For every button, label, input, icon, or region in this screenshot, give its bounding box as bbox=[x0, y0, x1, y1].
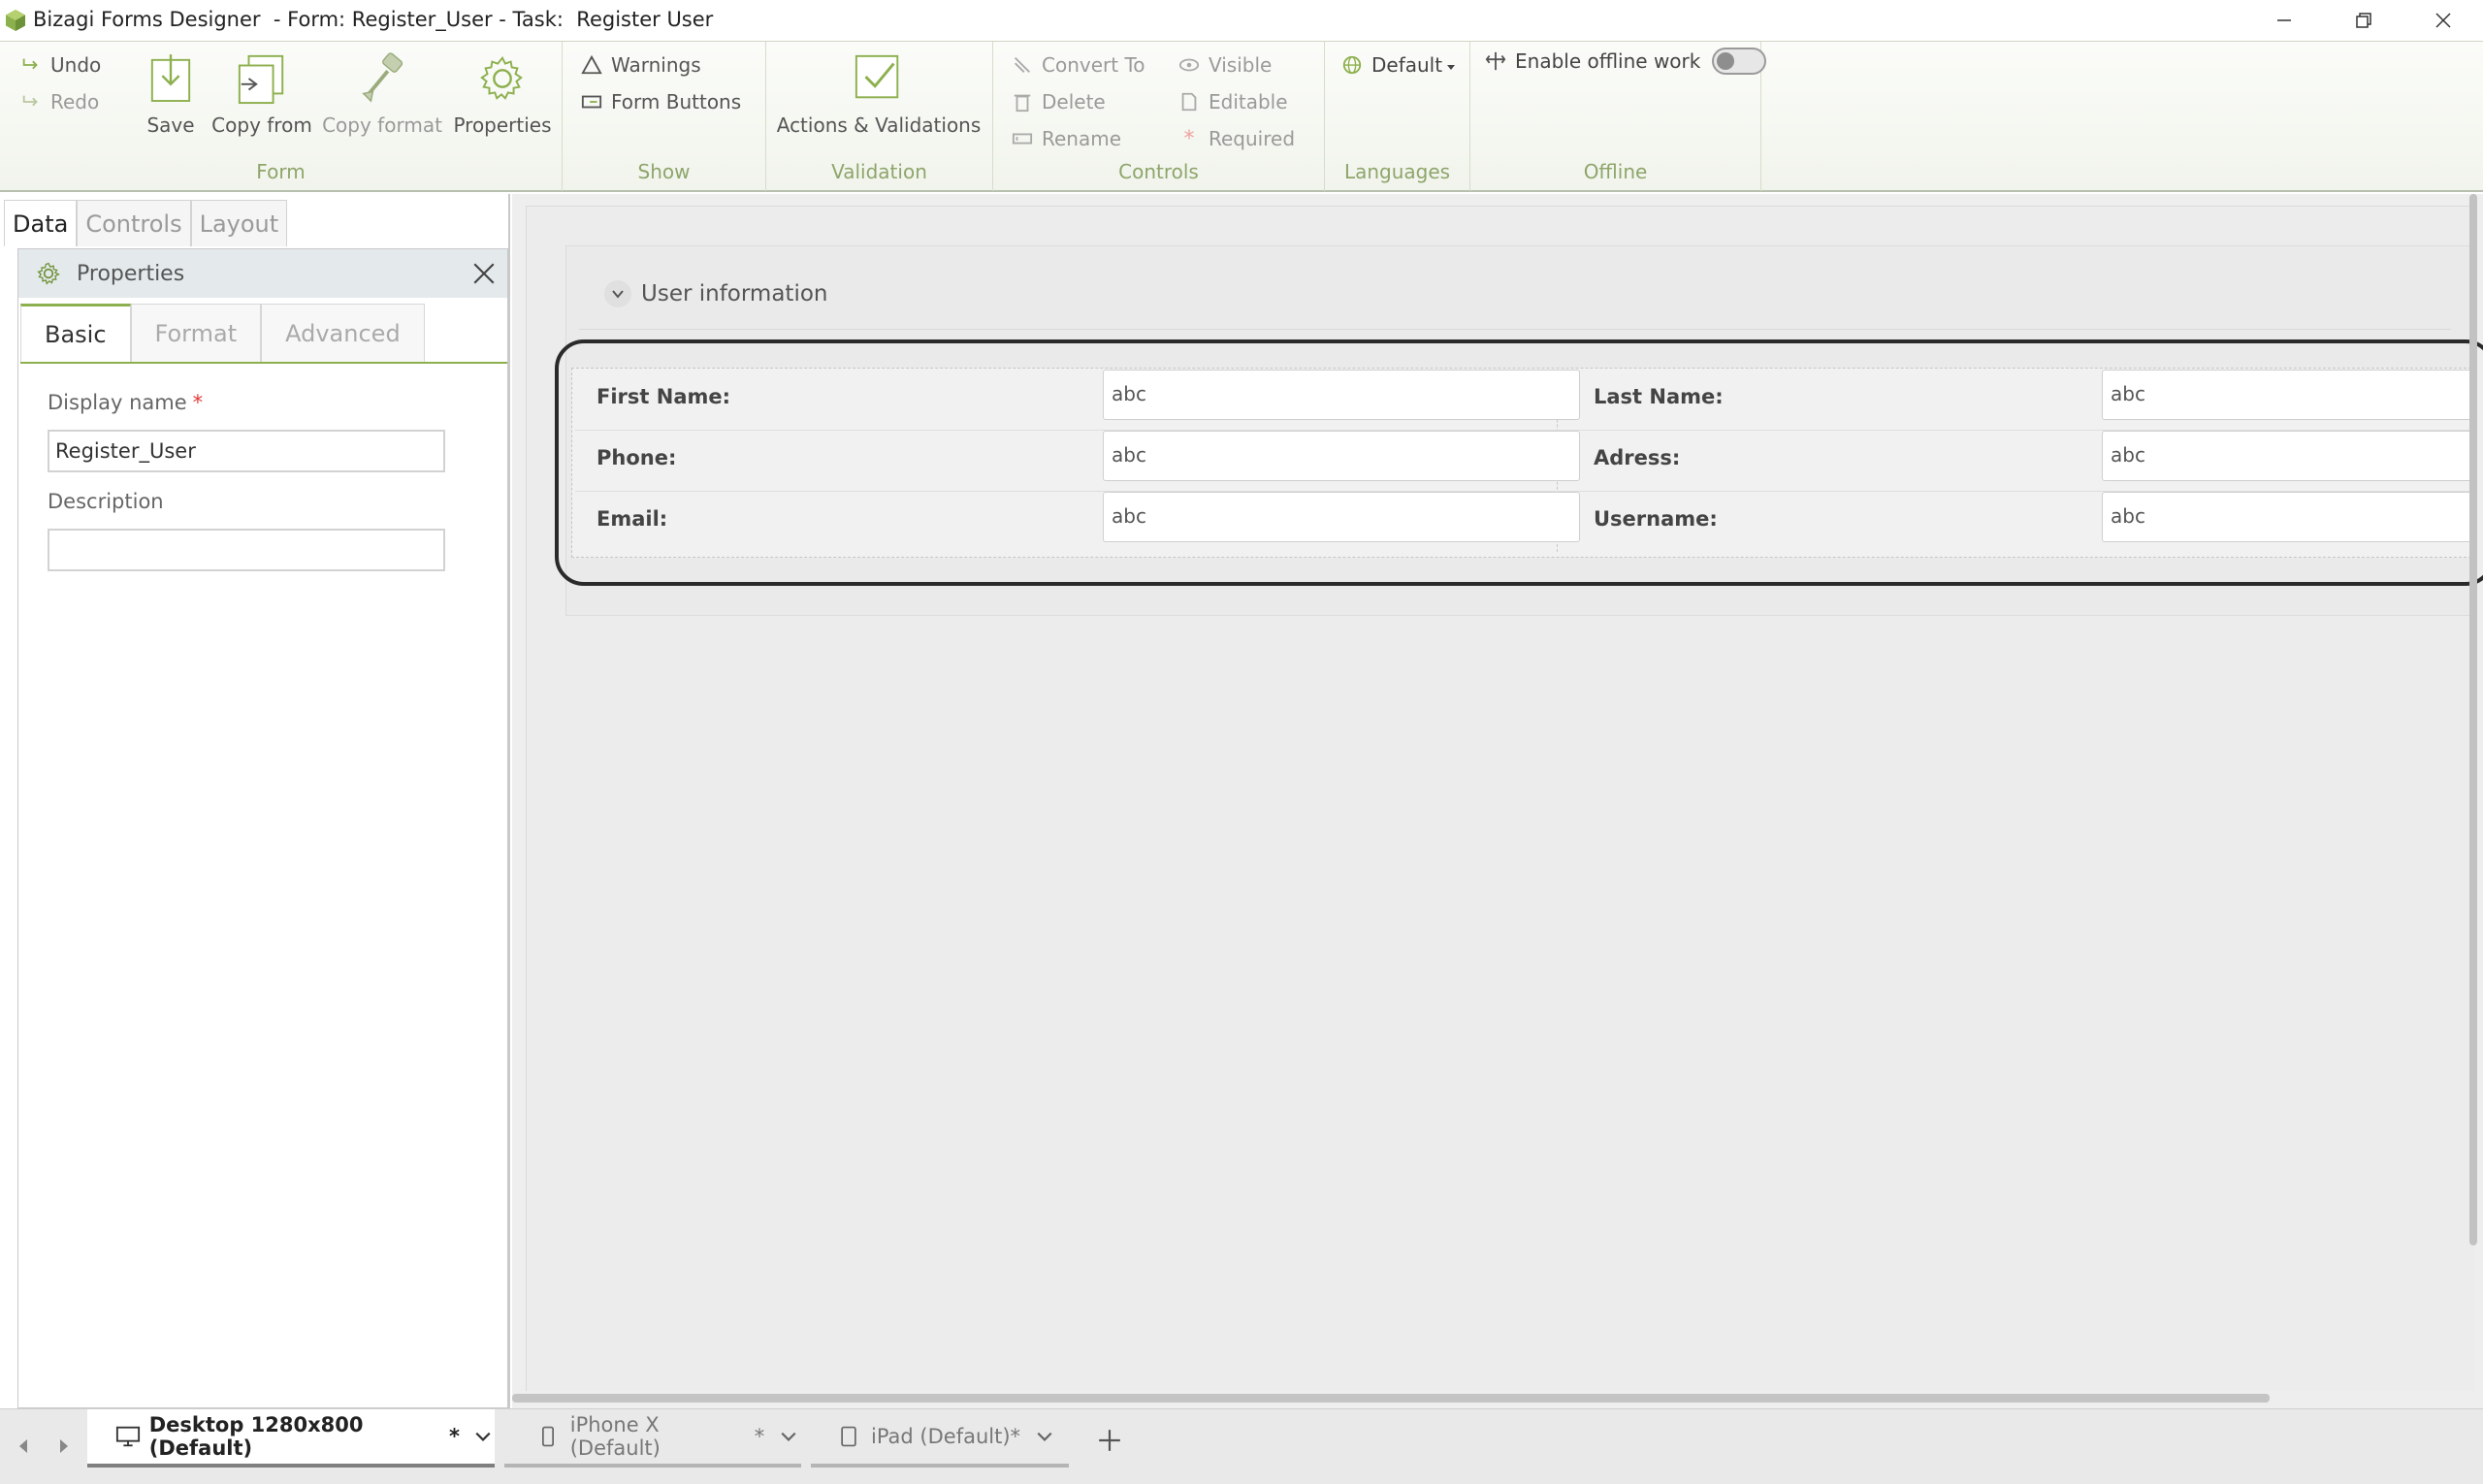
required-button[interactable]: * Required bbox=[1177, 126, 1296, 151]
bizagi-logo-icon bbox=[4, 9, 27, 32]
title-bar: Bizagi Forms Designer - Form: Register_U… bbox=[0, 0, 2483, 41]
asterisk-icon: * bbox=[1183, 126, 1195, 151]
phone-icon bbox=[533, 1422, 563, 1451]
tab-ipad[interactable]: iPad (Default) * bbox=[811, 1409, 1069, 1468]
window-title: Bizagi Forms Designer - Form: Register_U… bbox=[33, 8, 714, 31]
properties-tabs: Basic Format Advanced bbox=[20, 304, 507, 364]
properties-button[interactable]: Properties bbox=[452, 49, 553, 137]
tab-format[interactable]: Format bbox=[130, 304, 262, 362]
properties-gear-icon bbox=[34, 259, 63, 288]
monitor-icon bbox=[114, 1422, 142, 1451]
editable-button[interactable]: Editable bbox=[1177, 90, 1288, 113]
tab-advanced[interactable]: Advanced bbox=[261, 304, 425, 362]
warning-triangle-icon bbox=[580, 53, 603, 77]
dropdown-caret-icon bbox=[1446, 53, 1456, 77]
device-tab-bar: Desktop 1280x800 (Default) * iPhone X (D… bbox=[0, 1408, 2483, 1484]
checkmark-icon bbox=[852, 49, 906, 108]
edit-document-icon bbox=[1177, 90, 1201, 113]
save-icon bbox=[144, 49, 198, 108]
chevron-down-icon[interactable] bbox=[1032, 1424, 1057, 1449]
eye-icon bbox=[1177, 53, 1201, 77]
group-label-validation: Validation bbox=[831, 160, 927, 183]
actions-validations-button[interactable]: Actions & Validations bbox=[777, 49, 981, 137]
warnings-button[interactable]: Warnings bbox=[580, 53, 701, 77]
horizontal-scrollbar[interactable] bbox=[512, 1394, 2270, 1403]
trash-icon bbox=[1011, 90, 1034, 113]
description-input[interactable] bbox=[48, 529, 445, 571]
rename-button[interactable]: Rename bbox=[1011, 127, 1121, 150]
group-title: User information bbox=[641, 281, 828, 306]
visible-button[interactable]: Visible bbox=[1177, 53, 1272, 77]
ribbon-group-offline: Enable offline work Offline bbox=[1470, 42, 1767, 191]
minimize-button[interactable] bbox=[2244, 0, 2324, 41]
convert-icon bbox=[1011, 53, 1034, 77]
offline-icon bbox=[1484, 49, 1507, 73]
close-icon[interactable] bbox=[468, 258, 500, 289]
group-label-controls: Controls bbox=[1118, 160, 1199, 183]
language-dropdown[interactable]: Default bbox=[1340, 53, 1456, 77]
copy-from-button[interactable]: Copy from bbox=[211, 49, 312, 137]
display-name-label: Display name * bbox=[48, 391, 204, 414]
offline-toggle-switch[interactable] bbox=[1712, 48, 1767, 75]
redo-icon bbox=[19, 90, 43, 113]
convert-to-button[interactable]: Convert To bbox=[1011, 53, 1145, 77]
group-label-languages: Languages bbox=[1343, 160, 1451, 183]
vertical-scrollbar[interactable] bbox=[2469, 194, 2477, 1245]
tab-iphone[interactable]: iPhone X (Default) * bbox=[504, 1409, 801, 1468]
scroll-right-icon[interactable] bbox=[48, 1431, 80, 1462]
scroll-left-icon[interactable] bbox=[8, 1431, 39, 1462]
tab-data[interactable]: Data bbox=[4, 200, 78, 246]
group-header[interactable]: User information bbox=[604, 280, 827, 307]
display-name-input[interactable]: Register_User bbox=[48, 430, 445, 472]
description-label: Description bbox=[48, 490, 164, 513]
ribbon-group-controls: Convert To Delete Rename Visible Editabl… bbox=[993, 42, 1325, 191]
gear-icon bbox=[475, 49, 530, 108]
tablet-icon bbox=[834, 1422, 863, 1451]
close-window-button[interactable] bbox=[2403, 0, 2483, 41]
highlight-outline bbox=[555, 339, 2483, 586]
redo-button[interactable]: Redo bbox=[19, 90, 99, 113]
group-label-offline: Offline bbox=[1583, 160, 1648, 183]
copy-from-icon bbox=[235, 49, 289, 108]
ribbon: Undo Redo Save Copy from Copy format Pro… bbox=[0, 41, 2483, 192]
tab-layout[interactable]: Layout bbox=[190, 200, 288, 246]
required-marker: * bbox=[192, 391, 204, 414]
left-panel-tabs: Data Controls Layout bbox=[4, 200, 288, 246]
ribbon-group-languages: Default Languages bbox=[1325, 42, 1470, 191]
add-device-icon[interactable] bbox=[1090, 1421, 1129, 1460]
properties-panel: Properties Basic Format Advanced Display… bbox=[17, 248, 508, 1408]
ribbon-group-show: Warnings Form Buttons Show bbox=[563, 42, 766, 191]
copy-format-button[interactable]: Copy format bbox=[322, 49, 442, 137]
properties-header: Properties bbox=[18, 249, 507, 298]
chevron-down-icon[interactable] bbox=[604, 280, 631, 307]
save-button[interactable]: Save bbox=[142, 49, 200, 137]
form-buttons-button[interactable]: Form Buttons bbox=[580, 90, 741, 113]
tab-desktop[interactable]: Desktop 1280x800 (Default) * bbox=[87, 1409, 495, 1468]
undo-button[interactable]: Undo bbox=[19, 53, 101, 77]
group-label-show: Show bbox=[637, 160, 691, 183]
group-label-form: Form bbox=[256, 160, 306, 183]
left-panel: Data Controls Layout Properties Basic Fo… bbox=[0, 194, 510, 1408]
ribbon-group-validation: Actions & Validations Validation bbox=[766, 42, 993, 191]
globe-icon bbox=[1340, 53, 1364, 77]
group-divider bbox=[579, 329, 2451, 330]
tab-controls[interactable]: Controls bbox=[77, 200, 191, 246]
undo-icon bbox=[19, 53, 43, 77]
chevron-down-icon[interactable] bbox=[471, 1424, 495, 1449]
rename-icon bbox=[1011, 127, 1034, 150]
chevron-down-icon[interactable] bbox=[776, 1424, 801, 1449]
paintbrush-icon bbox=[355, 49, 409, 108]
tab-basic[interactable]: Basic bbox=[20, 304, 131, 362]
properties-title: Properties bbox=[77, 261, 185, 286]
delete-button[interactable]: Delete bbox=[1011, 90, 1106, 113]
enable-offline-toggle[interactable]: Enable offline work bbox=[1484, 48, 1767, 75]
ribbon-group-form: Undo Redo Save Copy from Copy format Pro… bbox=[0, 42, 563, 191]
form-buttons-icon bbox=[580, 90, 603, 113]
restore-button[interactable] bbox=[2324, 0, 2403, 41]
